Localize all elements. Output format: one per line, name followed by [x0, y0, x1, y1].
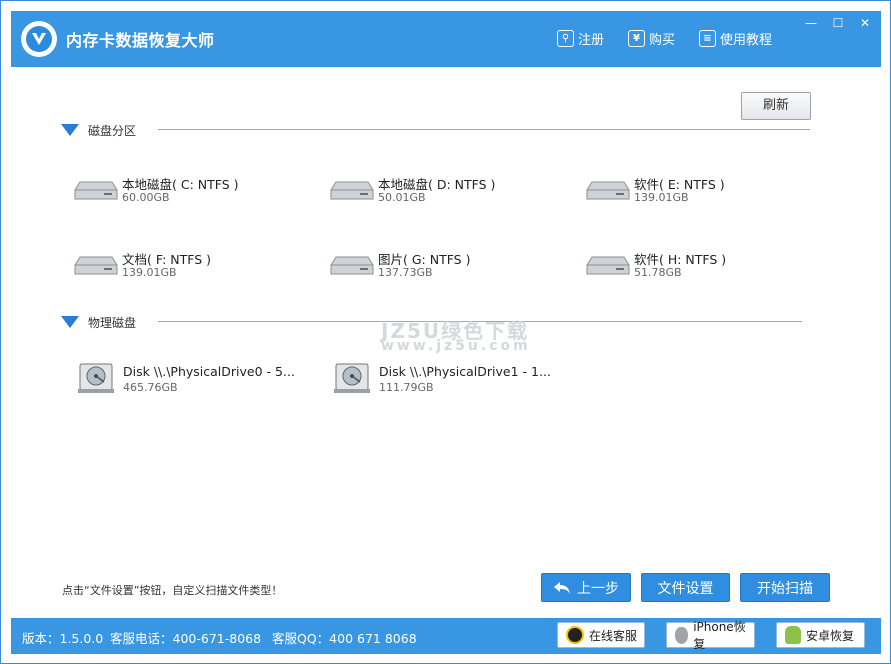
hint-text: 点击“文件设置”按钮，自定义扫描文件类型！: [62, 584, 283, 597]
maximize-icon: ☐: [832, 16, 844, 30]
qq-penguin-icon: [566, 626, 584, 644]
iphone-recovery-button[interactable]: iPhone恢复: [666, 620, 755, 651]
physical-disk-name: Disk \\.\PhysicalDrive0 - 5...: [123, 364, 295, 379]
partition-size: 51.78GB: [634, 266, 682, 279]
physical-section-header[interactable]: 物理磁盘: [61, 313, 136, 331]
android-recovery-label: 安卓恢复: [806, 628, 855, 643]
physical-disk-item-0[interactable]: Disk \\.\PhysicalDrive0 - 5... 465.76GB: [77, 360, 307, 400]
back-label: 上一步: [577, 580, 619, 597]
partition-item-f[interactable]: 文档( F: NTFS ) 139.01GB: [74, 245, 304, 285]
hard-drive-icon: [74, 181, 118, 200]
partition-item-h[interactable]: 软件( H: NTFS ) 51.78GB: [586, 245, 816, 285]
app-window: 内存卡数据恢复大师 ⚲ 注册 ¥ 购买 ≡ 使用教程 — ☐ ✕ 刷新 磁盘分区…: [0, 0, 891, 664]
version-text: 版本：1.5.0.0: [22, 631, 104, 646]
iphone-recovery-label: iPhone恢复: [693, 620, 746, 651]
watermark-url: www.jz5u.com: [381, 338, 531, 354]
search-key-icon: ⚲: [557, 29, 574, 47]
android-icon: [785, 626, 801, 644]
partition-size: 139.01GB: [122, 266, 177, 279]
partition-section-label: 磁盘分区: [88, 123, 137, 138]
logo-v-icon: [26, 26, 52, 52]
close-button[interactable]: ✕: [855, 15, 875, 31]
refresh-button[interactable]: 刷新: [741, 92, 811, 120]
buy-link[interactable]: ¥ 购买: [628, 28, 675, 48]
physical-disk-icon: [78, 363, 114, 393]
maximize-button[interactable]: ☐: [828, 15, 848, 31]
app-title: 内存卡数据恢复大师: [66, 31, 215, 50]
partition-item-e[interactable]: 软件( E: NTFS ) 139.01GB: [586, 170, 816, 210]
back-button[interactable]: 上一步: [541, 573, 631, 602]
tutorial-label: 使用教程: [720, 32, 773, 48]
buy-label: 购买: [649, 32, 676, 48]
physical-section-label: 物理磁盘: [88, 315, 137, 330]
title-bar: 内存卡数据恢复大师 ⚲ 注册 ¥ 购买 ≡ 使用教程 — ☐ ✕: [11, 11, 881, 67]
partition-item-g[interactable]: 图片( G: NTFS ) 137.73GB: [330, 245, 560, 285]
app-logo: [21, 21, 57, 57]
support-phone-text: 客服电话：400-671-8068: [110, 631, 262, 646]
physical-disk-item-1[interactable]: Disk \\.\PhysicalDrive1 - 1... 111.79GB: [333, 360, 563, 400]
hard-drive-icon: [330, 256, 374, 275]
partition-size: 139.01GB: [634, 191, 689, 204]
collapse-triangle-icon[interactable]: [61, 124, 79, 136]
support-qq-text: 客服QQ：400 671 8068: [272, 631, 417, 646]
start-scan-button[interactable]: 开始扫描: [740, 573, 830, 602]
yen-icon: ¥: [628, 29, 645, 47]
hard-drive-icon: [586, 256, 630, 275]
physical-disk-size: 111.79GB: [379, 381, 434, 394]
document-icon: ≡: [699, 29, 716, 47]
android-recovery-button[interactable]: 安卓恢复: [776, 622, 865, 648]
physical-disk-size: 465.76GB: [123, 381, 178, 394]
minimize-button[interactable]: —: [801, 15, 821, 31]
close-icon: ✕: [859, 16, 871, 30]
online-support-button[interactable]: 在线客服: [557, 622, 645, 648]
partition-size: 137.73GB: [378, 266, 433, 279]
hard-drive-icon: [330, 181, 374, 200]
register-link[interactable]: ⚲ 注册: [557, 28, 604, 48]
partition-size: 50.01GB: [378, 191, 426, 204]
partition-section-header[interactable]: 磁盘分区: [61, 121, 136, 139]
physical-disk-name: Disk \\.\PhysicalDrive1 - 1...: [379, 364, 551, 379]
collapse-triangle-icon[interactable]: [61, 316, 79, 328]
tutorial-link[interactable]: ≡ 使用教程: [699, 28, 772, 48]
hard-drive-icon: [586, 181, 630, 200]
back-arrow-icon: [554, 581, 570, 594]
section-divider: [158, 129, 810, 130]
online-support-label: 在线客服: [589, 628, 638, 643]
apple-icon: [675, 626, 689, 644]
partition-size: 60.00GB: [122, 191, 170, 204]
minimize-icon: —: [805, 16, 817, 30]
partition-item-d[interactable]: 本地磁盘( D: NTFS ) 50.01GB: [330, 170, 560, 210]
file-settings-button[interactable]: 文件设置: [641, 573, 730, 602]
physical-disk-icon: [334, 363, 370, 393]
partition-item-c[interactable]: 本地磁盘( C: NTFS ) 60.00GB: [74, 170, 304, 210]
status-bar: 版本：1.5.0.0 客服电话：400-671-8068 客服QQ：400 67…: [11, 618, 881, 654]
hard-drive-icon: [74, 256, 118, 275]
register-label: 注册: [578, 32, 605, 48]
